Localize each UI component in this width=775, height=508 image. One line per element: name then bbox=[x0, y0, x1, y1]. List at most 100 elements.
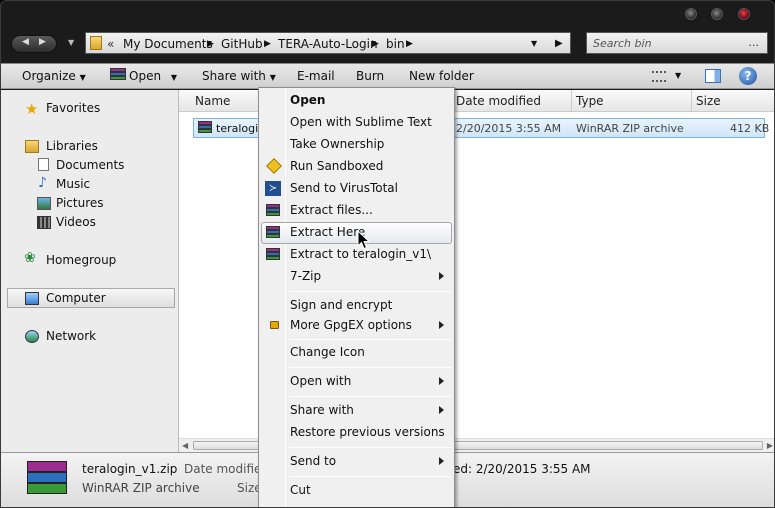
breadcrumb-arrow-icon[interactable]: ▶ bbox=[372, 39, 379, 49]
menu-item-label: Open bbox=[290, 93, 326, 107]
nav-documents[interactable]: Documents bbox=[56, 158, 124, 172]
virustotal-icon: ≻ bbox=[265, 181, 281, 196]
breadcrumb-arrow-icon[interactable]: ▶ bbox=[207, 39, 214, 49]
winrar-icon bbox=[266, 226, 280, 240]
column-name[interactable]: Name bbox=[195, 94, 230, 108]
share-with-button[interactable]: Share with ▼ bbox=[202, 69, 276, 83]
recent-pages-chevron-icon[interactable]: ▼ bbox=[68, 38, 74, 47]
menu-separator bbox=[289, 367, 452, 368]
column-divider bbox=[571, 90, 572, 112]
column-divider bbox=[691, 90, 692, 112]
search-input[interactable]: Search bin bbox=[593, 37, 652, 50]
menu-item-take-ownership[interactable]: Take Ownership bbox=[261, 134, 452, 156]
minimize-button[interactable] bbox=[685, 8, 697, 20]
winrar-icon bbox=[110, 68, 126, 84]
open-label: Open bbox=[129, 69, 162, 83]
burn-button[interactable]: Burn bbox=[356, 69, 384, 83]
new-folder-button[interactable]: New folder bbox=[409, 69, 474, 83]
menu-item-label: Change Icon bbox=[290, 345, 365, 359]
breadcrumb-arrow-icon[interactable]: ▶ bbox=[264, 39, 271, 49]
menu-item-label: Take Ownership bbox=[290, 137, 385, 151]
search-box[interactable]: Search bin ... bbox=[586, 32, 768, 54]
column-size[interactable]: Size bbox=[696, 94, 721, 108]
details-date-label: Date modified bbox=[184, 462, 270, 476]
menu-item-sign-encrypt[interactable]: Sign and encrypt bbox=[261, 295, 452, 317]
chevron-down-icon[interactable]: ▼ bbox=[675, 71, 681, 80]
views-icon[interactable] bbox=[652, 71, 666, 82]
videos-icon bbox=[37, 216, 51, 229]
nav-pictures[interactable]: Pictures bbox=[56, 196, 104, 210]
menu-item-change-icon[interactable]: Change Icon bbox=[261, 342, 452, 364]
menu-separator bbox=[289, 291, 452, 292]
column-date-modified[interactable]: Date modified bbox=[456, 94, 541, 108]
maximize-button[interactable] bbox=[711, 8, 723, 20]
menu-item-cut[interactable]: Cut bbox=[261, 480, 452, 502]
menu-item-send-to[interactable]: Send to bbox=[261, 451, 452, 473]
refresh-icon[interactable]: ▶ bbox=[555, 38, 563, 49]
breadcrumb-tera-auto-login[interactable]: TERA-Auto-Login bbox=[278, 37, 378, 51]
menu-separator bbox=[289, 476, 452, 477]
nav-favorites[interactable]: Favorites bbox=[46, 101, 100, 115]
address-bar[interactable]: « My Documents ▶ GitHub ▶ TERA-Auto-Logi… bbox=[85, 32, 571, 54]
music-icon: ♪ bbox=[38, 175, 47, 191]
menu-item-open-with[interactable]: Open with bbox=[261, 371, 452, 393]
breadcrumb-arrow-icon[interactable]: ▶ bbox=[406, 39, 413, 49]
breadcrumb-bin[interactable]: bin bbox=[386, 37, 405, 51]
nav-music[interactable]: Music bbox=[56, 177, 90, 191]
menu-item-send-virustotal[interactable]: ≻ Send to VirusTotal bbox=[261, 178, 452, 200]
nav-homegroup[interactable]: Homegroup bbox=[46, 253, 116, 267]
pictures-icon bbox=[37, 197, 51, 210]
breadcrumb-my-documents[interactable]: My Documents bbox=[123, 37, 213, 51]
help-icon[interactable]: ? bbox=[739, 67, 757, 85]
nav-libraries[interactable]: Libraries bbox=[46, 139, 98, 153]
column-type[interactable]: Type bbox=[576, 94, 604, 108]
back-forward-buttons[interactable]: ◀ ▶ bbox=[11, 35, 57, 53]
organize-button[interactable]: Organize ▼ bbox=[22, 69, 86, 83]
winrar-icon bbox=[266, 248, 280, 262]
submenu-arrow-icon bbox=[439, 406, 444, 414]
mouse-cursor-icon bbox=[357, 230, 371, 250]
file-type: WinRAR ZIP archive bbox=[576, 122, 684, 135]
chevron-down-icon: ▼ bbox=[79, 73, 86, 82]
menu-item-label: Send to VirusTotal bbox=[290, 181, 398, 195]
menu-item-gpgex[interactable]: More GpgEX options bbox=[261, 315, 452, 337]
menu-item-label: Extract files... bbox=[290, 203, 373, 217]
submenu-arrow-icon bbox=[439, 321, 444, 329]
folder-icon bbox=[90, 36, 102, 50]
menu-item-run-sandboxed[interactable]: Run Sandboxed bbox=[261, 156, 452, 178]
preview-pane-icon[interactable] bbox=[705, 69, 721, 83]
menu-item-label: Cut bbox=[290, 483, 311, 497]
nav-computer[interactable]: Computer bbox=[46, 291, 106, 305]
file-size: 412 KB bbox=[730, 122, 770, 135]
close-button[interactable] bbox=[738, 8, 750, 20]
breadcrumb-github[interactable]: GitHub bbox=[221, 37, 263, 51]
email-button[interactable]: E-mail bbox=[297, 69, 335, 83]
explorer-window: ◀ ▶ ▼ « My Documents ▶ GitHub ▶ TERA-Aut… bbox=[0, 0, 775, 508]
context-menu: Open Open with Sublime Text Take Ownersh… bbox=[258, 87, 455, 507]
submenu-arrow-icon bbox=[439, 272, 444, 280]
menu-item-open[interactable]: Open bbox=[261, 90, 452, 112]
search-icon[interactable]: ... bbox=[749, 36, 760, 49]
menu-item-extract-files[interactable]: Extract files... bbox=[261, 200, 452, 222]
details-filename: teralogin_v1.zip bbox=[82, 462, 178, 476]
menu-item-7zip[interactable]: 7-Zip bbox=[261, 266, 452, 288]
address-dropdown-icon[interactable]: ▼ bbox=[531, 39, 537, 48]
file-date: 2/20/2015 3:55 AM bbox=[456, 122, 562, 135]
star-icon: ★ bbox=[25, 100, 39, 118]
homegroup-icon: ❀ bbox=[24, 250, 36, 266]
nav-network[interactable]: Network bbox=[46, 329, 96, 343]
scroll-left-icon[interactable]: ◀ bbox=[182, 441, 188, 450]
scroll-right-icon[interactable]: ▶ bbox=[767, 441, 773, 450]
winrar-large-icon bbox=[27, 461, 67, 497]
chevron-down-icon: ▼ bbox=[269, 73, 276, 82]
nav-videos[interactable]: Videos bbox=[56, 215, 96, 229]
menu-item-label: Extract Here bbox=[290, 225, 366, 239]
forward-arrow-icon[interactable]: ▶ bbox=[39, 37, 46, 47]
details-filetype: WinRAR ZIP archive bbox=[82, 481, 200, 495]
open-button[interactable]: Open ▼ bbox=[129, 69, 177, 83]
menu-item-label: 7-Zip bbox=[290, 269, 322, 283]
back-arrow-icon[interactable]: ◀ bbox=[22, 37, 29, 47]
menu-item-open-sublime[interactable]: Open with Sublime Text bbox=[261, 112, 452, 134]
menu-item-restore-versions[interactable]: Restore previous versions bbox=[261, 422, 452, 444]
menu-item-share-with[interactable]: Share with bbox=[261, 400, 452, 422]
